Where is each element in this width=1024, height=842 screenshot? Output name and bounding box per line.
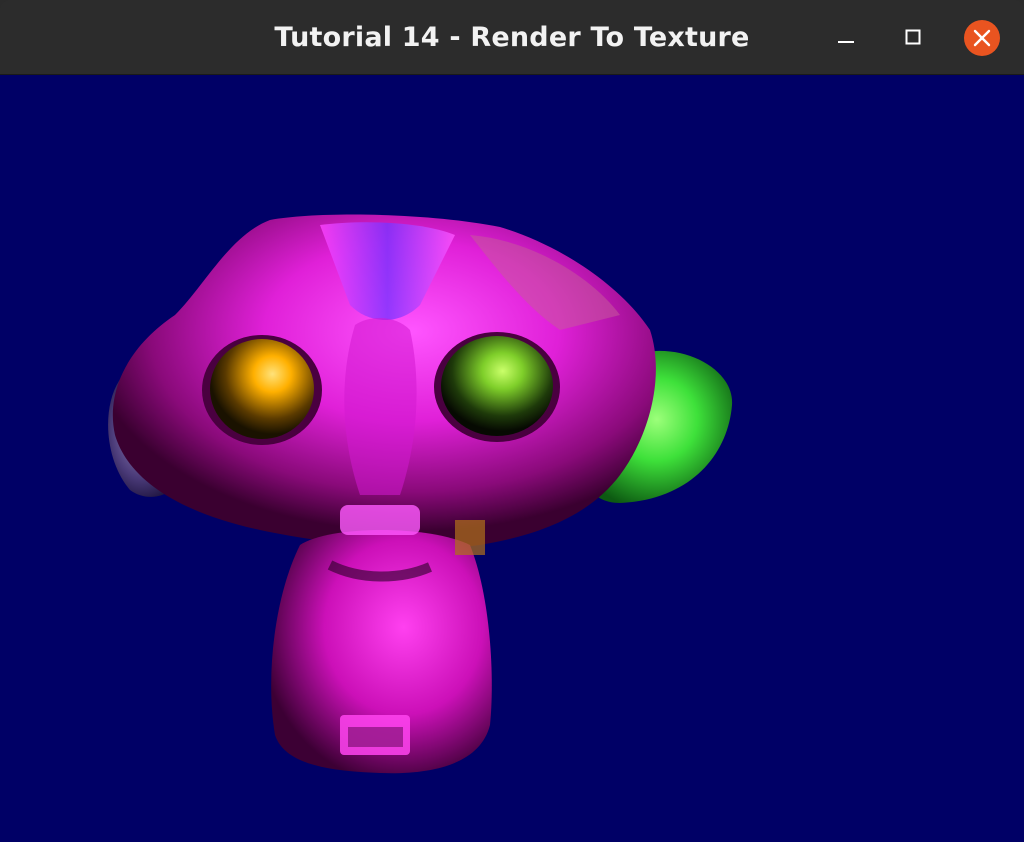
minimize-icon	[838, 41, 854, 43]
close-icon	[973, 29, 991, 47]
right-eye	[441, 336, 553, 436]
maximize-button[interactable]	[895, 20, 931, 56]
close-button[interactable]	[964, 20, 1000, 56]
maximize-icon	[905, 29, 921, 45]
left-eye	[210, 339, 314, 439]
rendered-scene	[108, 214, 733, 774]
render-viewport[interactable]	[0, 75, 1024, 842]
window-title: Tutorial 14 - Render To Texture	[274, 22, 750, 53]
app-window: Tutorial 14 - Render To Texture	[0, 0, 1024, 842]
minimize-button[interactable]	[828, 20, 864, 56]
title-bar[interactable]: Tutorial 14 - Render To Texture	[0, 0, 1024, 75]
